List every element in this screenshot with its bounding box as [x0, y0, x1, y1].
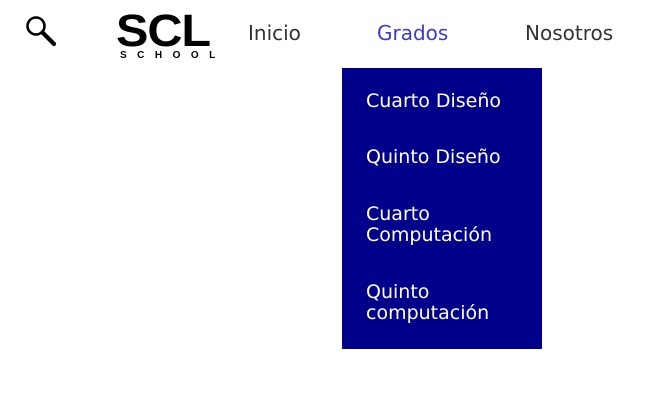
dropdown-item-cuarto-computacion[interactable]: Cuarto Computación: [366, 204, 536, 246]
logo-subtext: SCHOOL: [120, 50, 226, 61]
dropdown-item-label-line-2: Computación: [366, 224, 492, 246]
scl-school-logo[interactable]: SCL SCHOOL: [116, 8, 216, 64]
search-icon: [26, 16, 57, 47]
dropdown-item-label-line-1: Quinto: [366, 281, 430, 303]
dropdown-item-quinto-computacion[interactable]: Quinto computación: [366, 282, 536, 324]
nav-link-nosotros[interactable]: Nosotros: [525, 20, 613, 46]
search-button[interactable]: [24, 14, 58, 48]
page: SCL SCHOOL Inicio Grados Nosotros Cuarto…: [0, 0, 668, 402]
nav-link-grados[interactable]: Grados: [377, 20, 448, 46]
dropdown-item-cuarto-diseno[interactable]: Cuarto Diseño: [366, 91, 536, 112]
logo-text: SCL: [116, 5, 211, 56]
dropdown-item-label: Cuarto Diseño: [366, 90, 502, 112]
dropdown-item-quinto-diseno[interactable]: Quinto Diseño: [366, 147, 536, 168]
nav-link-inicio[interactable]: Inicio: [248, 20, 301, 46]
dropdown-item-label-line-2: computación: [366, 302, 490, 324]
dropdown-item-label-line-1: Cuarto: [366, 203, 430, 225]
grados-dropdown-menu: Cuarto Diseño Quinto Diseño Cuarto Compu…: [342, 68, 542, 349]
dropdown-item-label: Quinto Diseño: [366, 146, 501, 168]
